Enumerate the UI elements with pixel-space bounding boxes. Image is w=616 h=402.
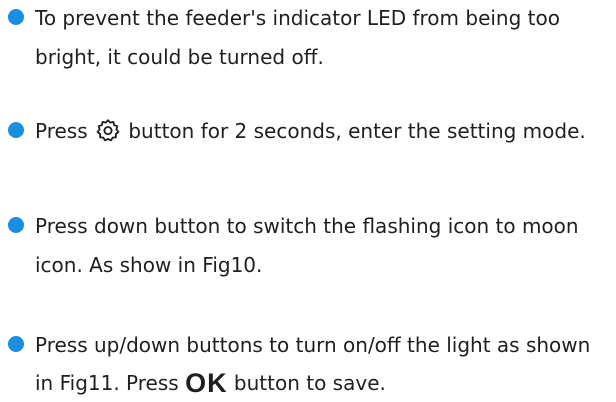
bullet-icon <box>8 336 24 352</box>
ok-label: OK <box>185 368 228 398</box>
instruction-line: bright, it could be turned off. <box>35 45 324 69</box>
bullet-icon <box>8 9 24 25</box>
instruction-line: Press up/down buttons to turn on/off the… <box>35 333 591 357</box>
press-text: Press <box>35 119 88 143</box>
instruction-line: icon. As show in Fig10. <box>35 253 263 277</box>
instruction-line: Press button for 2 seconds, enter the se… <box>35 112 616 150</box>
gear-icon <box>96 119 120 142</box>
press-text: in Fig11. Press <box>35 371 179 395</box>
bullet-icon <box>8 122 24 138</box>
instruction-line: To prevent the feeder's indicator LED fr… <box>35 6 560 30</box>
instruction-line: in Fig11. Press OK button to save. <box>35 364 616 402</box>
press-text-rest: button for 2 seconds, enter the setting … <box>128 119 586 143</box>
press-text-rest: button to save. <box>233 371 386 395</box>
bullet-icon <box>8 217 24 233</box>
instruction-line: Press down button to switch the flashing… <box>35 214 579 238</box>
